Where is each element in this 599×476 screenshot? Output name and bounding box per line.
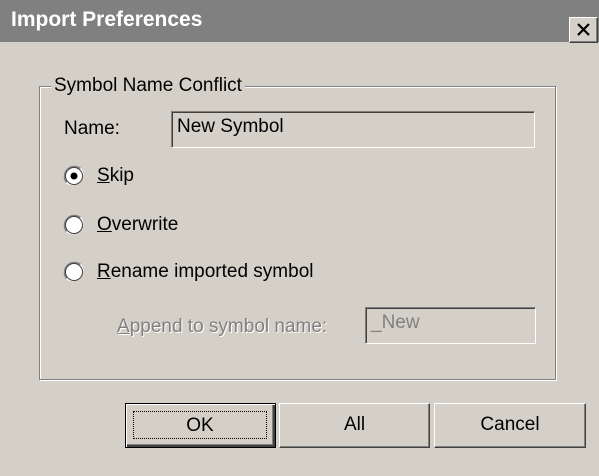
ok-button[interactable]: OK	[125, 403, 276, 448]
group-label: Symbol Name Conflict	[51, 75, 245, 97]
skip-radio-option[interactable]: Skip	[63, 165, 263, 189]
rename-radio-option[interactable]: Rename imported symbol	[63, 261, 383, 285]
close-button[interactable]	[569, 17, 598, 43]
name-label: Name:	[64, 118, 120, 139]
overwrite-mnemonic: O	[97, 214, 112, 235]
overwrite-radio-option[interactable]: Overwrite	[63, 214, 263, 238]
append-field[interactable]: _New	[365, 307, 536, 344]
append-label: Append to symbol name:	[117, 316, 327, 338]
import-preferences-dialog: Import Preferences Symbol Name Conflict …	[0, 0, 599, 476]
ok-focus-rect: OK	[133, 411, 267, 439]
all-button[interactable]: All	[279, 403, 430, 448]
rename-label: Rename imported symbol	[97, 261, 314, 283]
skip-radio-button[interactable]	[63, 165, 85, 187]
skip-label-rest: kip	[109, 165, 134, 186]
append-mnemonic: A	[117, 316, 130, 337]
skip-label: Skip	[97, 165, 134, 187]
rename-label-rest: ename imported symbol	[110, 261, 314, 282]
rename-mnemonic: R	[97, 261, 111, 282]
close-icon	[577, 23, 590, 36]
append-label-rest: ppend to symbol name:	[129, 316, 328, 337]
overwrite-label-rest: verwrite	[111, 214, 179, 235]
rename-radio-button[interactable]	[63, 261, 85, 283]
overwrite-label: Overwrite	[97, 214, 178, 236]
dialog-title: Import Preferences	[11, 8, 203, 31]
skip-mnemonic: S	[97, 165, 110, 186]
cancel-button[interactable]: Cancel	[434, 403, 586, 448]
overwrite-radio-button[interactable]	[63, 214, 85, 236]
name-field[interactable]: New Symbol	[171, 111, 535, 148]
title-bar[interactable]: Import Preferences	[0, 0, 599, 43]
